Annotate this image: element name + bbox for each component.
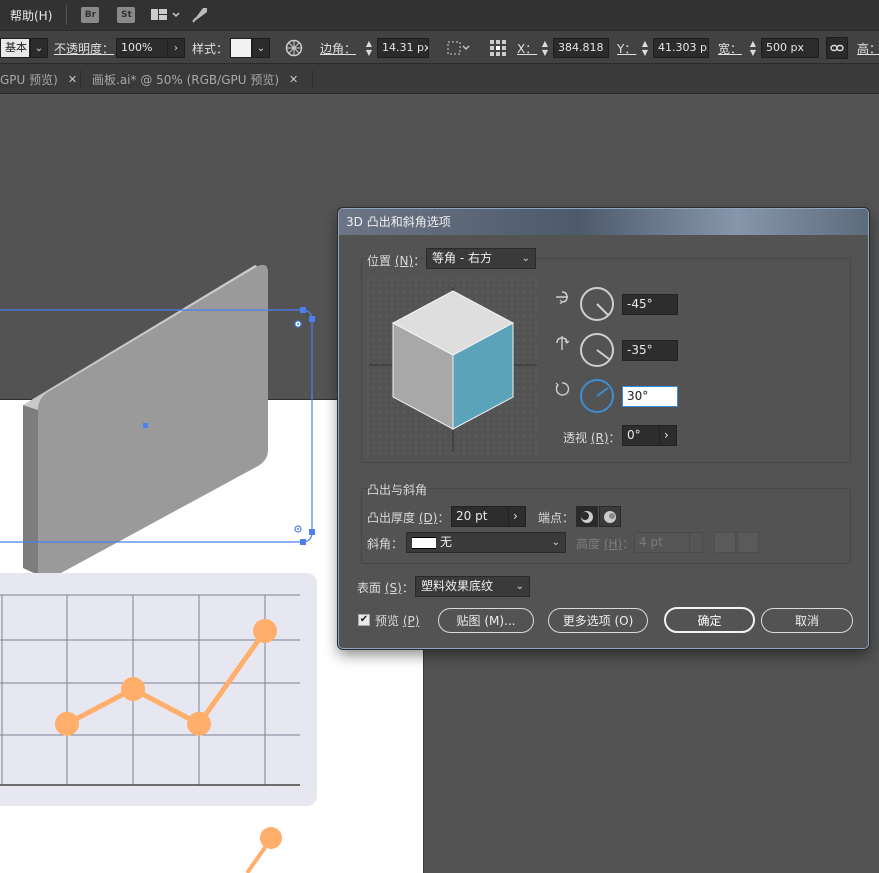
data-point <box>121 677 145 701</box>
position-label: 位置 (N)： <box>367 254 426 268</box>
extrude-depth-input[interactable]: 20 pt <box>451 506 509 527</box>
preview-label[interactable]: 预览 (P) <box>375 612 419 629</box>
perspective-input[interactable]: 0° <box>622 425 660 446</box>
bevel-swatch <box>412 536 436 549</box>
3d-extrude-bevel-dialog: 3D 凸出和斜角选项 位置 (N)： 等角 - 右方 ⌄ -45° -35° 3… <box>338 208 869 649</box>
data-point <box>187 711 211 736</box>
cap-label: 端点： <box>538 511 575 525</box>
illustrator-window: 帮助(H) Br St 基本 ⌄ 不透明度： 100% › 样式： ⌄ 边角： … <box>0 0 879 873</box>
bevel-in-button[interactable] <box>737 532 759 553</box>
rotate-z-icon <box>553 380 571 401</box>
dialog-body: 位置 (N)： 等角 - 右方 ⌄ -45° -35° 30° 透视 (R)： … <box>347 235 862 642</box>
cap-on-button[interactable] <box>576 506 598 527</box>
cap-off-button[interactable] <box>599 506 621 527</box>
ok-button[interactable]: 确定 <box>664 607 755 633</box>
chevron-right-icon[interactable] <box>689 532 703 553</box>
rotate-x-icon <box>553 288 571 309</box>
rotate-y-icon <box>553 334 571 355</box>
map-art-button[interactable]: 贴图 (M)... <box>438 608 534 633</box>
chevron-down-icon: ⌄ <box>515 581 524 592</box>
height-label: 高度 (H)： <box>576 537 635 551</box>
chevron-right-icon[interactable]: › <box>659 425 677 446</box>
position-value: 等角 - 右方 <box>432 251 492 265</box>
surface-dropdown[interactable]: 塑料效果底纹 ⌄ <box>415 576 530 597</box>
more-options-button[interactable]: 更多选项 (O) <box>548 608 648 633</box>
partial-line-shape <box>245 827 282 873</box>
chart-card[interactable] <box>0 573 317 806</box>
extrude-section-label: 凸出与斜角 <box>367 483 428 497</box>
cancel-button[interactable]: 取消 <box>761 608 853 633</box>
bevel-out-button[interactable] <box>714 532 736 553</box>
chevron-down-icon: ⌄ <box>521 253 530 264</box>
rotate-x-dial[interactable] <box>580 287 614 321</box>
rotation-track-cube[interactable] <box>367 279 539 455</box>
surface-value: 塑料效果底纹 <box>421 579 494 593</box>
chevron-right-icon[interactable]: › <box>508 506 526 527</box>
height-input[interactable]: 4 pt <box>634 532 690 553</box>
bevel-dropdown[interactable]: 无 ⌄ <box>406 532 566 553</box>
rotate-y-input[interactable]: -35° <box>622 340 678 361</box>
data-point <box>55 711 79 736</box>
rotate-z-input[interactable]: 30° <box>622 386 678 407</box>
position-dropdown[interactable]: 等角 - 右方 ⌄ <box>426 248 536 269</box>
rotate-y-dial[interactable] <box>580 333 614 367</box>
rotate-z-dial[interactable] <box>580 379 614 413</box>
perspective-label: 透视 (R)： <box>563 431 621 445</box>
rotate-x-input[interactable]: -45° <box>622 294 678 315</box>
chevron-down-icon: ⌄ <box>551 537 560 548</box>
dialog-title[interactable]: 3D 凸出和斜角选项 <box>339 209 868 235</box>
bevel-label: 斜角： <box>367 537 404 551</box>
bevel-value: 无 <box>440 535 453 549</box>
preview-checkbox[interactable]: ✔ <box>358 614 370 626</box>
data-point <box>253 619 277 643</box>
extrude-depth-label: 凸出厚度 (D)： <box>367 511 450 525</box>
surface-label: 表面 (S)： <box>357 581 414 595</box>
